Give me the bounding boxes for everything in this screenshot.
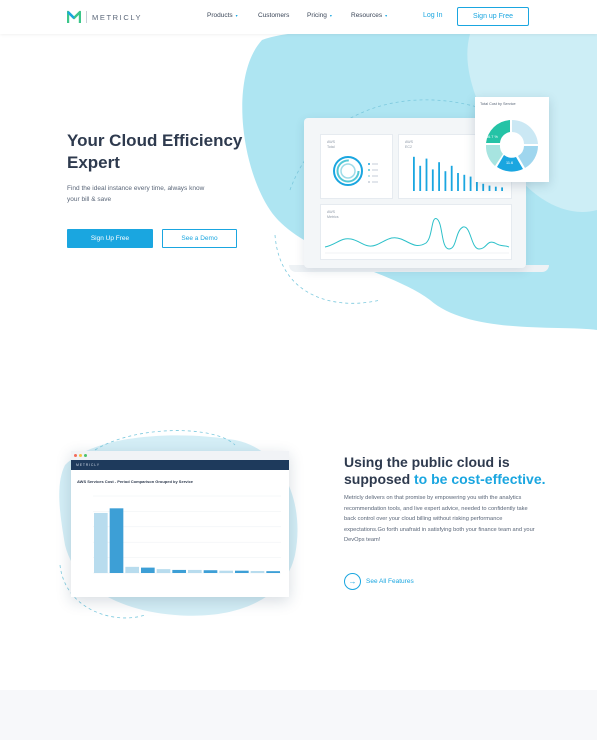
- donut-label: 46.7 %: [486, 135, 498, 139]
- nav-resources[interactable]: Resources ▾: [351, 12, 387, 19]
- nav-customers[interactable]: Customers: [258, 12, 289, 19]
- see-demo-button[interactable]: See a Demo: [162, 229, 237, 248]
- ec2-bar: [425, 158, 428, 191]
- chart-bar: [188, 569, 202, 573]
- chevron-down-icon: ▾: [235, 13, 238, 18]
- metrics-line-chart: [324, 218, 510, 254]
- see-all-features-link[interactable]: → See All Features: [344, 573, 414, 590]
- section2-title-highlight: to be cost-effective.: [414, 471, 546, 487]
- dashboard-panel-total: AWS Total: [320, 134, 393, 199]
- nav-products-label: Products: [207, 12, 233, 19]
- ring-gauge: [333, 156, 378, 186]
- donut-chart: [485, 119, 538, 172]
- donut-label: 11.6: [506, 161, 514, 165]
- ec2-bar: [444, 171, 447, 191]
- ec2-bar: [450, 165, 453, 191]
- login-link[interactable]: Log In: [423, 12, 442, 19]
- dashboard-panel-metrics: AWS Metrics: [320, 204, 512, 260]
- ec2-bar: [482, 183, 485, 191]
- arrow-right-icon: →: [344, 573, 361, 590]
- chevron-down-icon: ▾: [385, 13, 388, 18]
- ec2-bar: [469, 176, 472, 191]
- chart-bar: [203, 570, 218, 573]
- logo[interactable]: METRICLY: [67, 9, 142, 25]
- logo-text: METRICLY: [92, 12, 143, 22]
- ec2-bar: [457, 173, 459, 191]
- chart-bar: [141, 567, 155, 573]
- nav-products[interactable]: Products ▾: [207, 12, 238, 19]
- donut-card: Total Cost by Service 46.7 % 11.6: [475, 97, 549, 182]
- ec2-bar: [438, 162, 440, 191]
- ec2-bar: [494, 186, 497, 191]
- top-nav: METRICLY Products ▾ Customers Pricing ▾ …: [0, 0, 597, 34]
- chart-bar: [109, 508, 124, 573]
- section2-title: Using the public cloud is supposed to be…: [344, 454, 564, 488]
- ec2-bar: [431, 169, 434, 191]
- cost-chart-window: METRICLY AWS Services Cost - Period Comp…: [71, 451, 289, 597]
- ec2-bar: [488, 185, 491, 191]
- metricly-logo-icon: [67, 10, 81, 23]
- chart-bar: [250, 570, 265, 573]
- ec2-bar: [501, 187, 503, 191]
- chart-bar: [156, 569, 171, 573]
- footer-band: [0, 690, 597, 740]
- chart-bar: [219, 570, 233, 573]
- chart-bar: [266, 571, 280, 573]
- ec2-bar: [413, 156, 415, 191]
- chart-bar: [94, 512, 108, 573]
- see-all-features-label: See All Features: [366, 578, 414, 585]
- chevron-down-icon: ▾: [329, 13, 332, 18]
- logo-divider: [86, 11, 87, 23]
- section2-body: Metricly delivers on that promise by emp…: [344, 495, 535, 543]
- nav-pricing[interactable]: Pricing ▾: [307, 12, 332, 19]
- chart-bar: [125, 566, 139, 573]
- nav-customers-label: Customers: [258, 12, 290, 19]
- nav-pricing-label: Pricing: [307, 12, 327, 19]
- signup-free-button[interactable]: Sign Up Free: [67, 229, 153, 248]
- hero-title: Your Cloud Efficiency Expert: [67, 131, 243, 172]
- cost-bar-chart: [93, 495, 281, 574]
- chart-bar: [235, 570, 249, 573]
- chart-bar: [172, 569, 186, 573]
- ec2-bar: [463, 174, 466, 191]
- signup-button[interactable]: Sign up Free: [457, 7, 529, 26]
- nav-resources-label: Resources: [351, 12, 383, 19]
- ec2-bar: [419, 165, 422, 191]
- hero-subtitle: Find the ideal instance every time, alwa…: [67, 185, 205, 203]
